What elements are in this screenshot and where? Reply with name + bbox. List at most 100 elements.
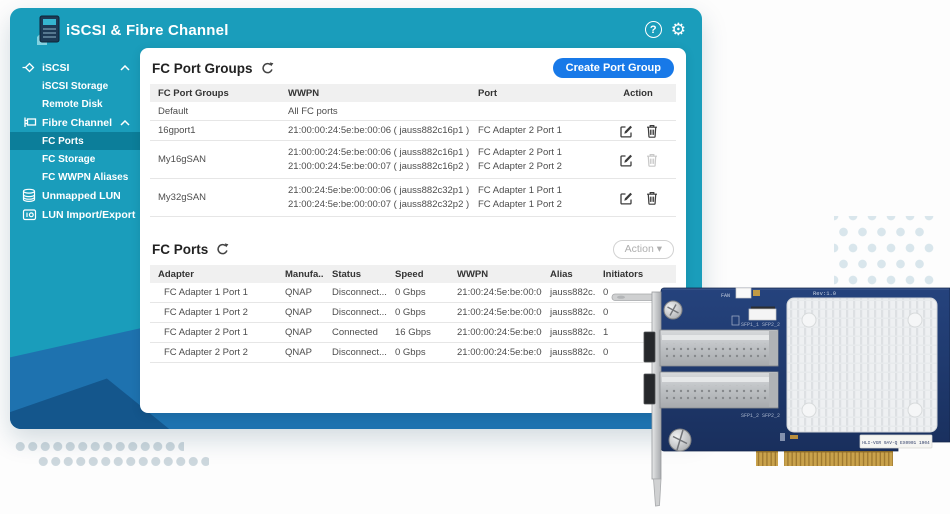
fc-port-speed: 0 Gbps xyxy=(387,307,449,318)
content-panel: FC Port Groups Create Port Group FC Port… xyxy=(140,48,686,413)
column-header: Port xyxy=(470,88,600,99)
refresh-icon[interactable] xyxy=(261,62,274,75)
column-header: WWPN xyxy=(280,88,470,99)
column-header: Status xyxy=(324,269,387,280)
fc-port-manufacturer: QNAP xyxy=(277,347,324,358)
fc-port-wwpn: 21:00:00:24:5e:be:00... xyxy=(449,347,542,358)
edit-icon[interactable] xyxy=(619,191,633,205)
column-header: FC Port Groups xyxy=(150,88,280,99)
table-row[interactable]: 16gport1 21:00:00:24:5e:be:00:06 ( jauss… xyxy=(150,121,676,141)
fc-port-groups-title: FC Port Groups xyxy=(152,61,253,76)
edit-icon[interactable] xyxy=(619,153,633,167)
chevron-up-icon[interactable] xyxy=(120,65,130,71)
fc-port-adapter: FC Adapter 2 Port 1 xyxy=(150,327,277,338)
table-row[interactable]: FC Adapter 1 Port 2 QNAP Disconnect... 0… xyxy=(150,303,676,323)
sidebar-item-iscsi[interactable]: iSCSI xyxy=(10,58,140,77)
fibre-channel-card-image: FAN SFP1_1 SFP2_2 SFP1_2 SFP2_2 Rev:1.0 … xyxy=(608,283,950,511)
port-group-wwpn: 21:00:00:24:5e:be:00:06 ( jauss882c16p1 … xyxy=(288,147,470,158)
delete-icon[interactable] xyxy=(646,191,658,205)
table-row[interactable]: FC Adapter 2 Port 2 QNAP Disconnect... 0… xyxy=(150,343,676,363)
fc-port-manufacturer: QNAP xyxy=(277,287,324,298)
port-group-port: FC Adapter 2 Port 1 xyxy=(478,147,600,158)
port-group-wwpn: 21:00:00:24:5e:be:00:07 ( jauss882c16p2 … xyxy=(288,161,470,172)
port-group-wwpn: 21:00:24:5e:be:00:00:07 ( jauss882c32p2 … xyxy=(288,199,470,210)
bracket-screw-bottom xyxy=(669,429,691,451)
fc-port-status: Connected xyxy=(324,327,387,338)
port-group-port: FC Adapter 2 Port 1 xyxy=(470,125,600,136)
sidebar-item-fc-wwpn-aliases[interactable]: FC WWPN Aliases xyxy=(10,168,140,186)
edit-icon[interactable] xyxy=(619,124,633,138)
port-group-port: FC Adapter 2 Port 2 xyxy=(478,161,600,172)
rev-label: Rev:1.0 xyxy=(813,290,836,297)
fc-port-status: Disconnect... xyxy=(324,287,387,298)
fc-port-wwpn: 21:00:24:5e:be:00:00... xyxy=(449,287,542,298)
fc-port-status: Disconnect... xyxy=(324,307,387,318)
window-header: iSCSI & Fibre Channel ? ⚙ xyxy=(10,8,702,50)
heatsink xyxy=(787,298,937,432)
delete-icon[interactable] xyxy=(646,124,658,138)
sidebar: iSCSI iSCSI Storage Remote Disk Fibre Ch… xyxy=(10,58,140,224)
create-port-group-button[interactable]: Create Port Group xyxy=(553,58,674,78)
gear-icon[interactable]: ⚙ xyxy=(671,21,686,38)
lun-import-export-icon xyxy=(21,207,37,222)
port-group-port: FC Adapter 1 Port 1 xyxy=(478,185,600,196)
sidebar-item-unmapped-lun[interactable]: Unmapped LUN xyxy=(10,186,140,205)
port-group-wwpn: All FC ports xyxy=(280,106,470,117)
fan-label: FAN xyxy=(721,293,730,299)
sidebar-item-lun-import-export[interactable]: LUN Import/Export xyxy=(10,205,140,224)
column-header: WWPN xyxy=(449,269,542,280)
fc-port-alias: jauss882c... xyxy=(542,287,595,298)
sticker-label: HLI-VGR 9AV-Q EX0901 1904 xyxy=(862,440,930,446)
dot-pattern-bottom-left-row2 xyxy=(37,456,209,467)
fibre-channel-icon xyxy=(21,115,37,130)
column-header: Action xyxy=(600,88,676,99)
fc-port-alias: jauss882c... xyxy=(542,307,595,318)
port-group-name: My32gSAN xyxy=(150,192,280,203)
fc-port-adapter: FC Adapter 2 Port 2 xyxy=(150,347,277,358)
fc-port-adapter: FC Adapter 1 Port 1 xyxy=(150,287,277,298)
column-header: Speed xyxy=(387,269,449,280)
fc-port-alias: jauss882c... xyxy=(542,347,595,358)
fc-ports-table-header: Adapter Manufa... Status Speed WWPN Alia… xyxy=(150,265,676,283)
port-group-wwpn: 21:00:24:5e:be:00:00:06 ( jauss882c32p1 … xyxy=(288,185,470,196)
fc-port-wwpn: 21:00:24:5e:be:00:00... xyxy=(449,307,542,318)
app-window: iSCSI & Fibre Channel ? ⚙ iSCSI iSCSI St… xyxy=(10,8,702,429)
delete-icon-disabled[interactable] xyxy=(646,153,658,167)
sidebar-item-fc-ports[interactable]: FC Ports xyxy=(10,132,140,150)
fc-port-adapter: FC Adapter 1 Port 2 xyxy=(150,307,277,318)
refresh-icon[interactable] xyxy=(216,243,229,256)
fc-port-speed: 0 Gbps xyxy=(387,347,449,358)
chevron-up-icon[interactable] xyxy=(120,120,130,126)
table-row[interactable]: FC Adapter 1 Port 1 QNAP Disconnect... 0… xyxy=(150,283,676,303)
table-row[interactable]: My16gSAN 21:00:00:24:5e:be:00:06 ( jauss… xyxy=(150,141,676,179)
table-row[interactable]: FC Adapter 2 Port 1 QNAP Connected 16 Gb… xyxy=(150,323,676,343)
column-header: Initiators xyxy=(595,269,676,280)
port-group-name: My16gSAN xyxy=(150,154,280,165)
sidebar-item-fibre-channel[interactable]: Fibre Channel xyxy=(10,113,140,132)
fc-ports-title: FC Ports xyxy=(152,242,208,257)
column-header: Manufa... xyxy=(277,269,324,280)
sfp-cage-bottom xyxy=(660,372,778,408)
fc-port-wwpn: 21:00:00:24:5e:be:00... xyxy=(449,327,542,338)
port-group-port: FC Adapter 1 Port 2 xyxy=(478,199,600,210)
port-group-name: 16gport1 xyxy=(150,125,280,136)
port-group-wwpn: 21:00:00:24:5e:be:00:06 ( jauss882c16p1 … xyxy=(280,125,470,136)
sidebar-item-fc-storage[interactable]: FC Storage xyxy=(10,150,140,168)
column-header: Adapter xyxy=(150,269,277,280)
help-icon[interactable]: ? xyxy=(645,21,662,38)
dot-pattern-bottom-left-row1 xyxy=(14,441,184,452)
sidebar-item-iscsi-storage[interactable]: iSCSI Storage xyxy=(10,77,140,95)
sfp-cage-top xyxy=(660,330,778,366)
sfp-bottom-label: SFP1_2 SFP2_2 xyxy=(741,413,780,419)
fc-port-manufacturer: QNAP xyxy=(277,307,324,318)
port-group-name: Default xyxy=(150,106,280,117)
bracket-screw-top xyxy=(664,301,682,319)
fc-port-manufacturer: QNAP xyxy=(277,327,324,338)
action-dropdown-button[interactable]: Action ▾ xyxy=(613,240,674,259)
table-row[interactable]: My32gSAN 21:00:24:5e:be:00:00:06 ( jauss… xyxy=(150,179,676,217)
bracket-flange xyxy=(612,294,658,301)
sidebar-item-remote-disk[interactable]: Remote Disk xyxy=(10,95,140,113)
table-row[interactable]: Default All FC ports xyxy=(150,102,676,121)
iscsi-icon xyxy=(21,60,37,75)
caret-down-icon: ▾ xyxy=(657,243,662,255)
